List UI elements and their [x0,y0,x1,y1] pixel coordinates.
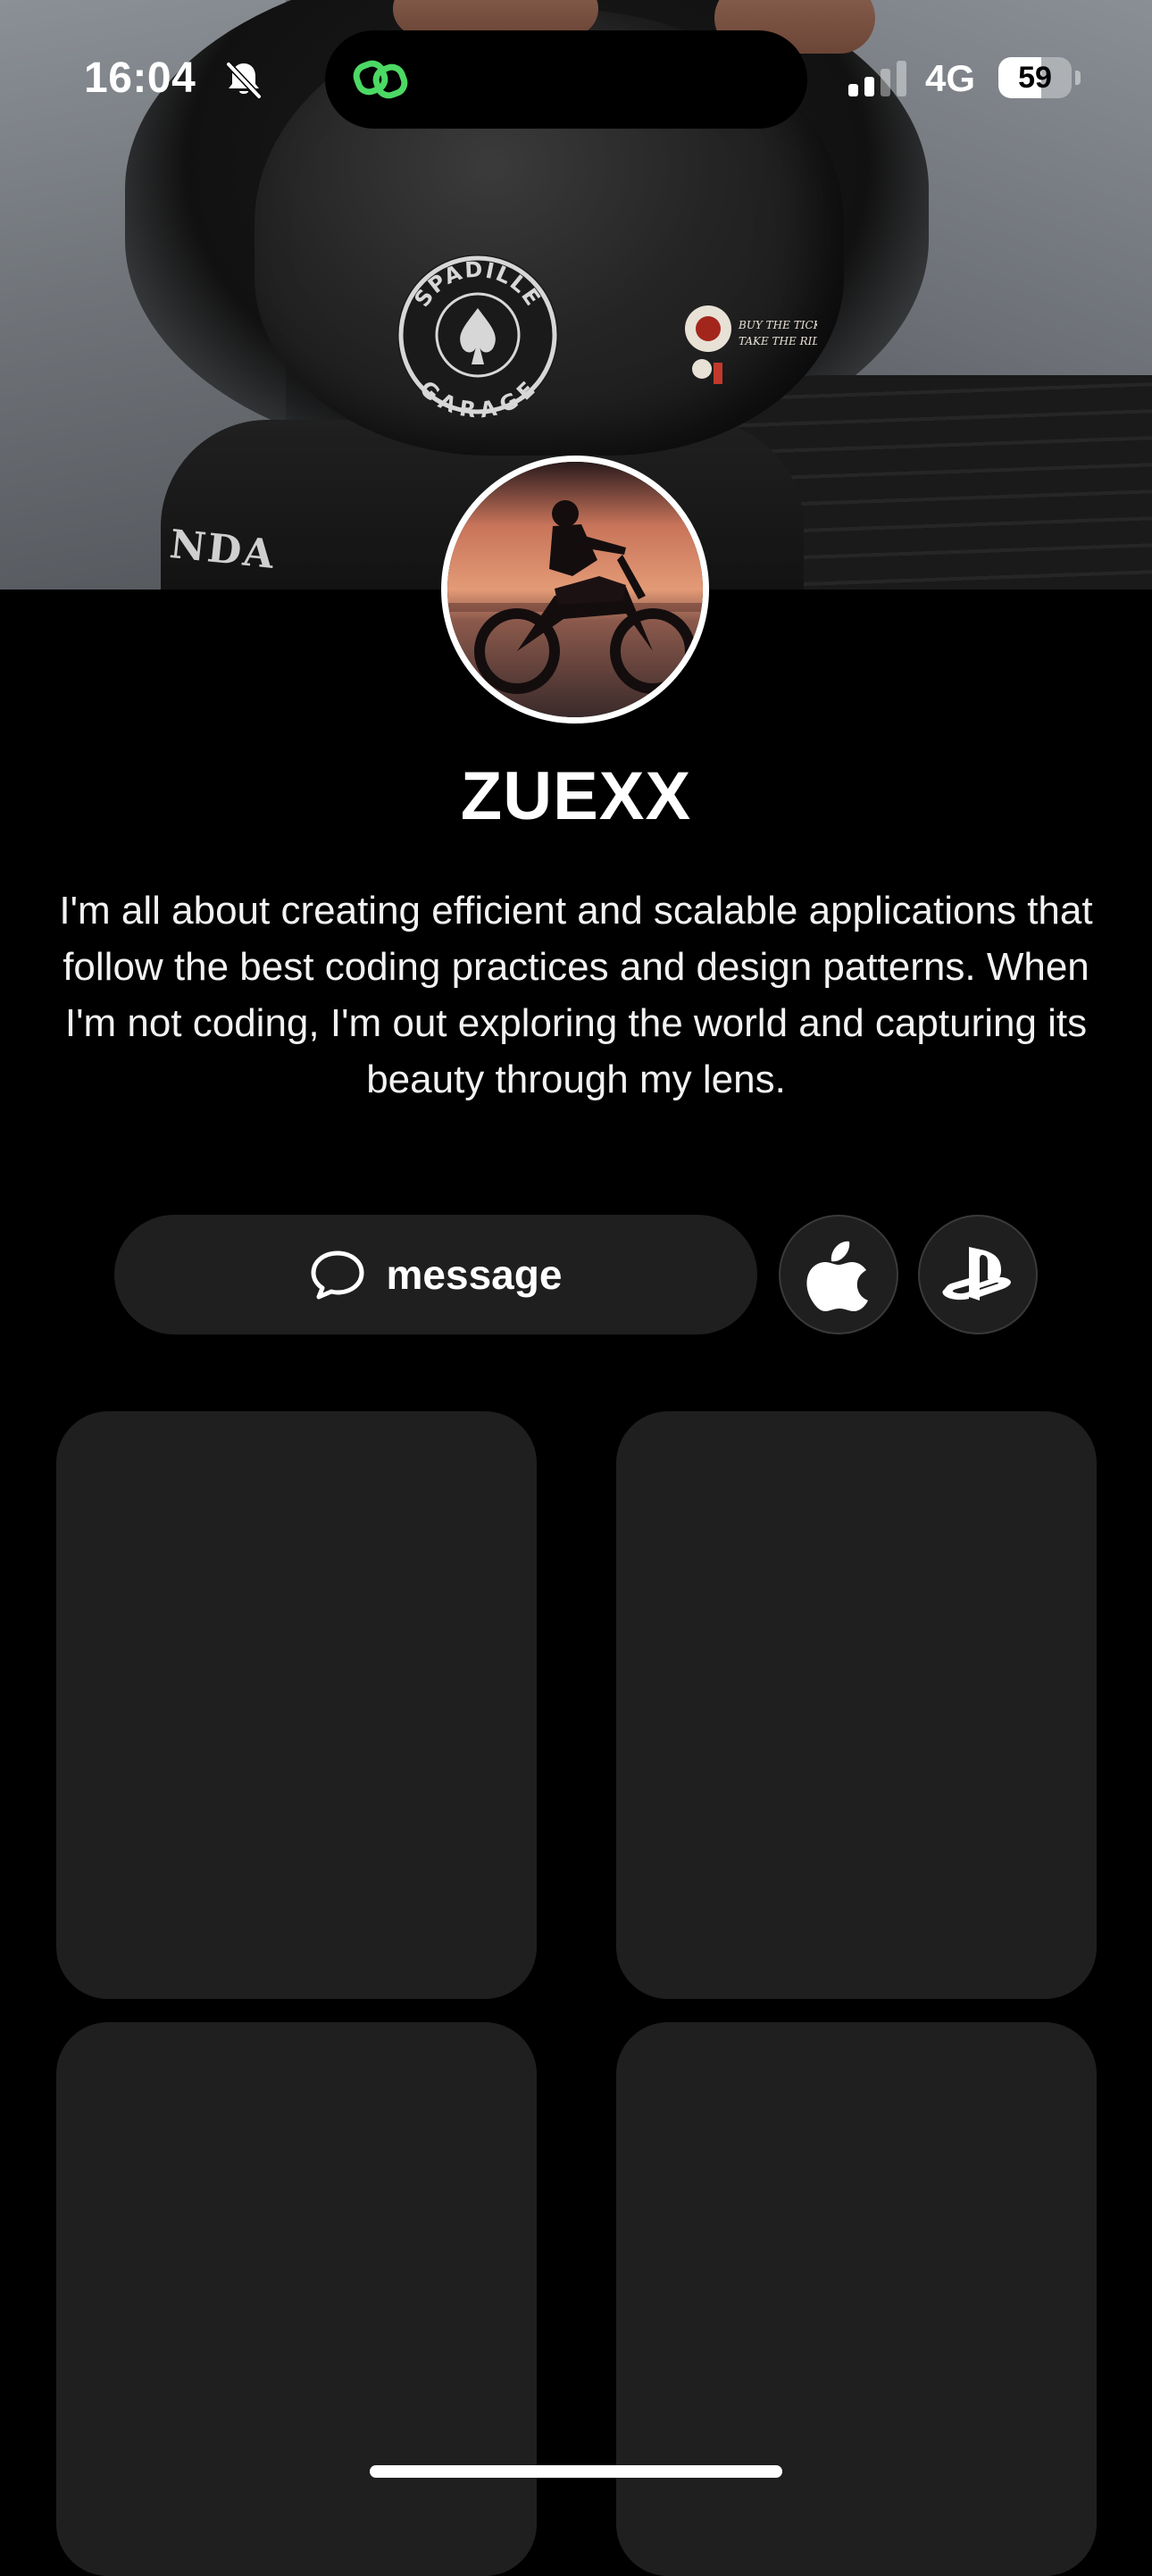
profile-bio: I'm all about creating efficient and sca… [59,889,1093,1101]
signal-icon [848,61,906,96]
home-indicator[interactable] [370,2465,782,2478]
sticker-line-2: TAKE THE RIDE [739,335,817,347]
message-button[interactable]: message [114,1215,757,1334]
battery-cap [1075,71,1081,85]
content-card[interactable] [616,2022,1097,2576]
status-time: 16:04 [84,54,196,102]
battery-body: 59 [998,57,1072,98]
playstation-button[interactable] [918,1215,1038,1334]
dynamic-island[interactable] [325,30,807,129]
bell-slash-icon [226,62,262,99]
profile-name: ZUEXX [460,758,692,834]
content-card[interactable] [56,1411,537,1999]
apple-button[interactable] [779,1215,898,1334]
avatar-photo [447,462,703,717]
link-icon [353,60,408,99]
sticker-line-1: BUY THE TICKET [738,319,817,331]
content-card[interactable] [56,2022,537,2576]
battery-level: 59 [1018,61,1052,95]
message-label: message [386,1251,563,1298]
speech-bubble-icon [311,1250,364,1300]
content-card[interactable] [616,1411,1097,1999]
avatar[interactable] [441,456,709,723]
spadille-garage-emblem: SPADILLE GARAGE [397,255,558,420]
status-bar: 16:04 4G 59 [0,0,1152,157]
apple-logo-icon [806,1241,868,1311]
playstation-logo-icon [942,1247,1011,1301]
ride-sticker: BUY THE TICKET TAKE THE RIDE [685,305,817,384]
network-type: 4G [925,57,976,99]
battery-icon: 59 [998,57,1081,98]
